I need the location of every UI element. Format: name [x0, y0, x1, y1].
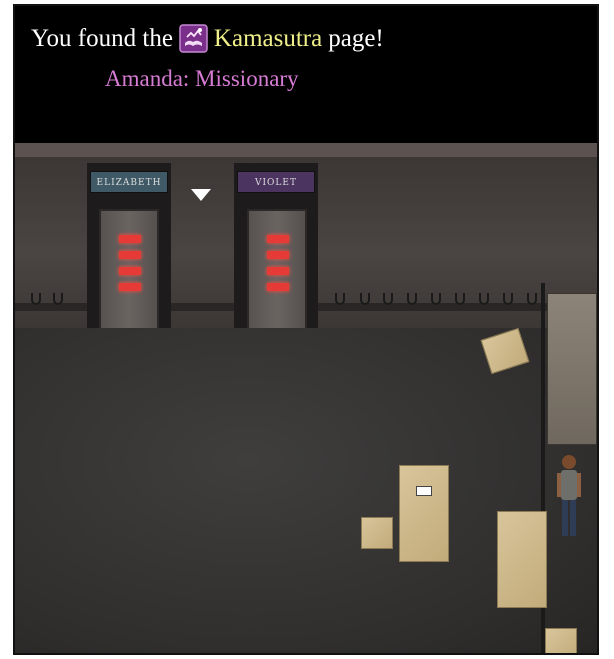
- down-arrow-icon: [191, 189, 211, 201]
- wall-hook: [53, 293, 63, 305]
- message-panel: You found the Kamasutra page! Amanda: Mi…: [15, 6, 597, 143]
- message-suffix: page!: [328, 24, 384, 52]
- door-light: [119, 267, 141, 275]
- item-found-message: You found the Kamasutra page!: [31, 24, 384, 53]
- wall-hook: [455, 293, 465, 305]
- wall-hook: [527, 293, 537, 305]
- message-prefix: You found the: [31, 24, 173, 52]
- wall-hook: [335, 293, 345, 305]
- door-sign-elizabeth: ELIZABETH: [90, 171, 168, 193]
- door-light: [267, 267, 289, 275]
- game-scene: ELIZABETH VIOLET: [15, 143, 597, 653]
- kamasutra-book-icon: [179, 24, 208, 53]
- door-violet[interactable]: [247, 209, 307, 334]
- cardboard-box[interactable]: [361, 517, 393, 549]
- cardboard-box[interactable]: [545, 628, 577, 653]
- wall-hook: [407, 293, 417, 305]
- item-name: Kamasutra: [213, 24, 323, 52]
- machinery: [547, 293, 597, 445]
- wall-hook: [503, 293, 513, 305]
- door-light: [267, 251, 289, 259]
- door-light: [267, 283, 289, 291]
- cardboard-box[interactable]: [399, 465, 449, 562]
- wall-hook: [479, 293, 489, 305]
- door-light: [119, 283, 141, 291]
- door-light: [119, 251, 141, 259]
- page-entry-text: Amanda: Missionary: [105, 66, 299, 91]
- wall-hook: [360, 293, 370, 305]
- door-elizabeth[interactable]: [99, 209, 159, 334]
- back-wall: ELIZABETH VIOLET: [15, 143, 597, 335]
- door-sign-violet: VIOLET: [237, 171, 315, 193]
- cardboard-box[interactable]: [497, 511, 547, 608]
- box-label: [416, 486, 432, 496]
- wall-hook: [431, 293, 441, 305]
- game-frame: You found the Kamasutra page! Amanda: Mi…: [13, 4, 599, 655]
- door-light: [267, 235, 289, 243]
- player-character: [555, 453, 583, 543]
- wall-hook: [31, 293, 41, 305]
- wall-hook: [383, 293, 393, 305]
- wall-top-edge: [15, 143, 597, 157]
- door-light: [119, 235, 141, 243]
